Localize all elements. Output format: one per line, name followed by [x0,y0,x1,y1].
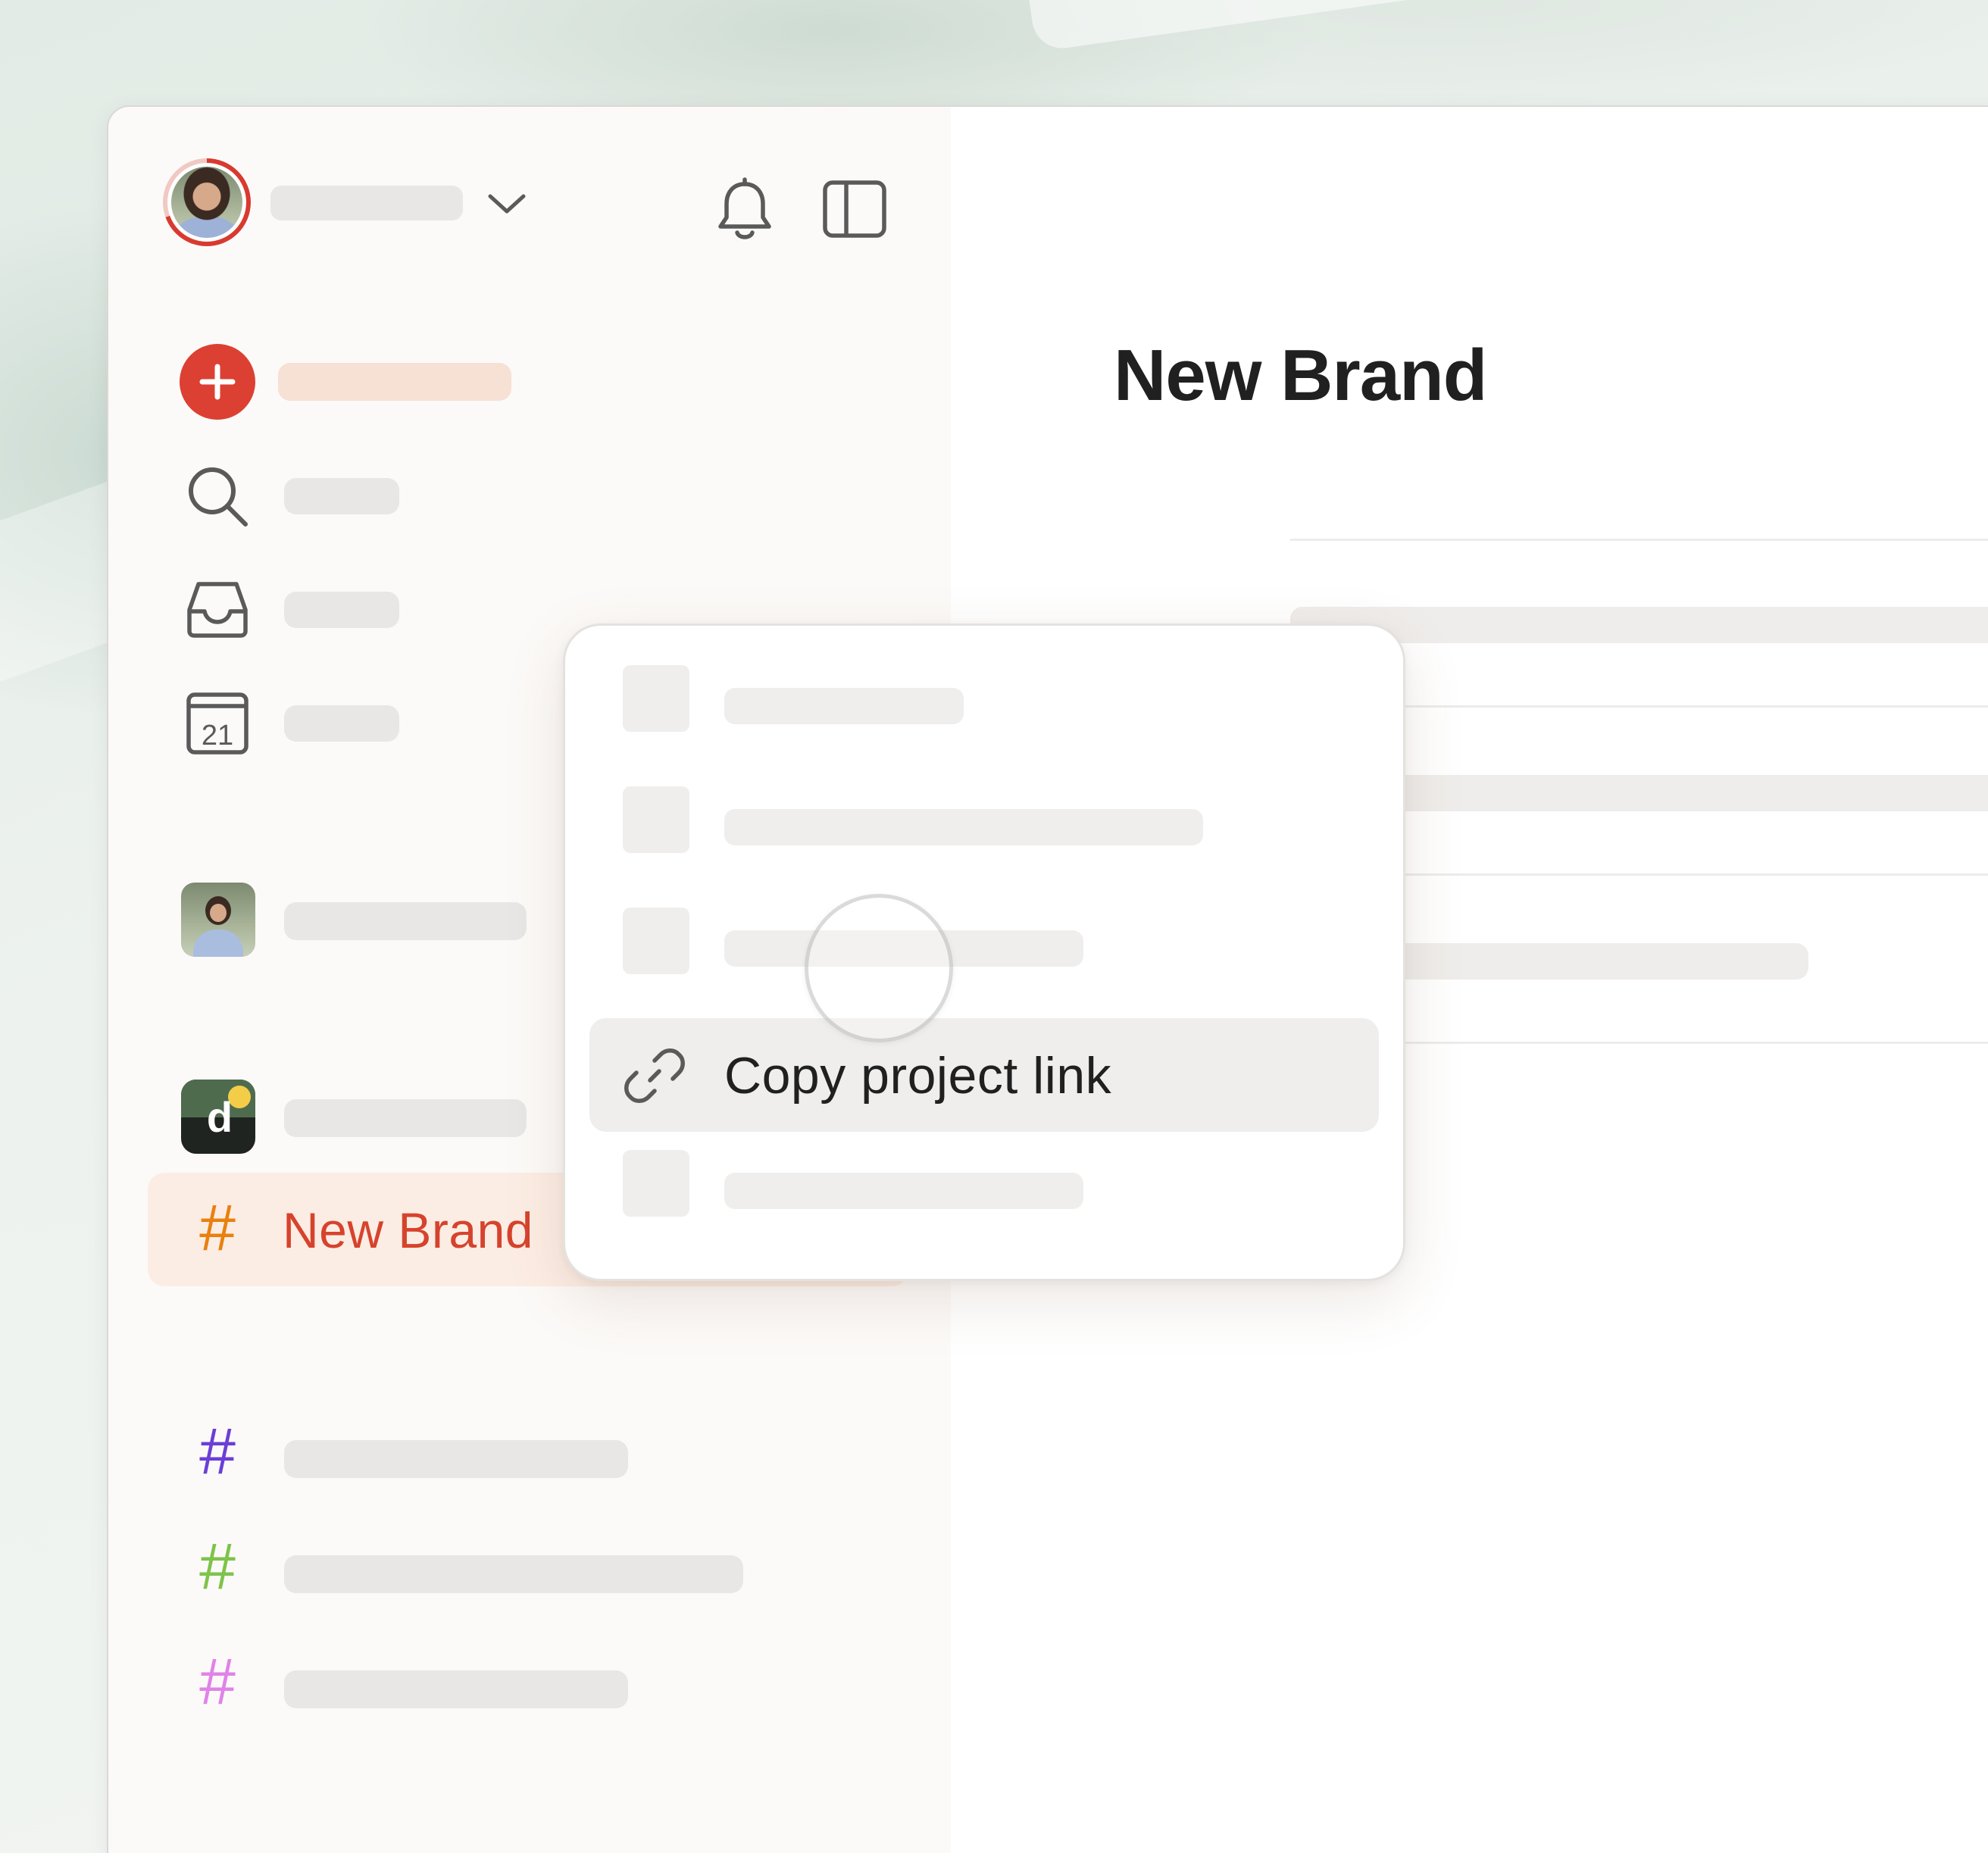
inbox-icon[interactable] [180,572,255,648]
today-label-placeholder[interactable] [284,705,399,742]
team-avatar[interactable] [181,883,255,957]
menu-item-label-placeholder [724,1173,1083,1209]
chevron-down-icon[interactable] [480,177,534,231]
menu-item-label-placeholder [724,688,964,724]
menu-item[interactable] [589,883,1379,997]
project-label-placeholder[interactable] [284,1670,628,1708]
add-task-label-placeholder[interactable] [278,363,511,401]
menu-item-icon-placeholder [623,1150,689,1217]
hash-icon[interactable]: # [187,1648,248,1716]
search-label-placeholder[interactable] [284,478,399,514]
menu-item-icon-placeholder [623,665,689,732]
sidebar-toggle-icon[interactable] [813,167,896,251]
link-icon [624,1045,685,1106]
menu-item-label-placeholder [724,809,1203,845]
bell-icon[interactable] [703,167,786,251]
username-placeholder[interactable] [270,186,463,220]
hash-icon: # [199,1192,236,1264]
menu-item-icon-placeholder [623,786,689,853]
avatar-photo [171,167,242,238]
add-task-icon[interactable] [180,344,255,420]
hash-icon[interactable]: # [187,1533,248,1601]
inbox-label-placeholder[interactable] [284,592,399,628]
touch-indicator [805,894,953,1042]
svg-text:21: 21 [202,720,233,752]
menu-item[interactable] [589,641,1379,755]
app-window: 21 d # New Brand # # # New Brand Copy pr… [107,105,1988,1853]
search-icon[interactable] [180,458,255,534]
copy-project-link-item[interactable]: Copy project link [589,1018,1379,1132]
project-label-placeholder[interactable] [284,1555,743,1593]
menu-item[interactable] [589,762,1379,876]
workspace-logo[interactable]: d [181,1080,255,1154]
menu-item-icon-placeholder [623,908,689,974]
hash-icon[interactable]: # [187,1417,248,1486]
user-avatar[interactable] [163,158,251,246]
menu-item-label: Copy project link [724,1047,1112,1105]
menu-item[interactable] [589,1126,1379,1239]
project-label-placeholder[interactable] [284,1440,628,1478]
page-title: New Brand [1114,335,1487,416]
calendar-icon[interactable]: 21 [180,686,255,761]
context-menu: Copy project link [563,623,1405,1281]
